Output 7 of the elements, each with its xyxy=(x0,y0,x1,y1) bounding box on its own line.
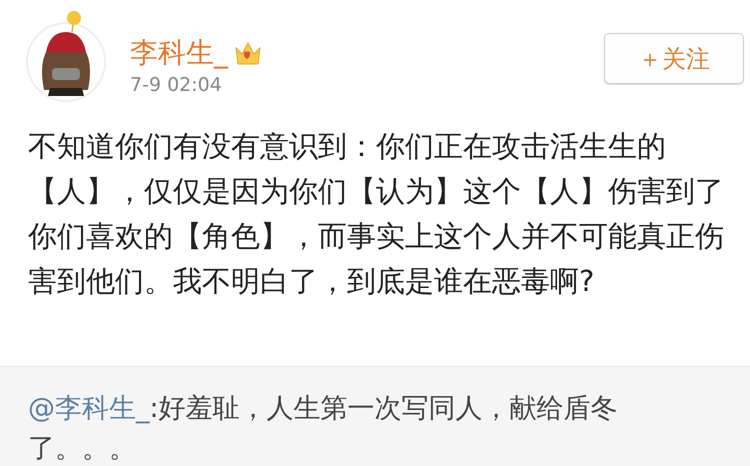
post-time: 7-9 02:04 xyxy=(130,74,223,96)
author-name[interactable]: 李科生_ xyxy=(130,36,228,70)
mention-link[interactable]: @李科生_ xyxy=(28,393,150,424)
repost-text: @李科生_:好羞耻，人生第一次写同人，献给盾冬了。。。 xyxy=(28,392,619,466)
follow-button[interactable]: ＋关注 xyxy=(604,33,744,84)
post-text: 不知道你们有没有意识到：你们正在攻击活生生的【人】，仅仅是因为你们【认为】这个【人】伤害到了你们喜欢的【角色】，而事实上这个人并不可能真正伤害到他们。我不明白了，到底是谁在恶毒啊? xyxy=(28,128,724,300)
crown-icon xyxy=(234,40,262,66)
